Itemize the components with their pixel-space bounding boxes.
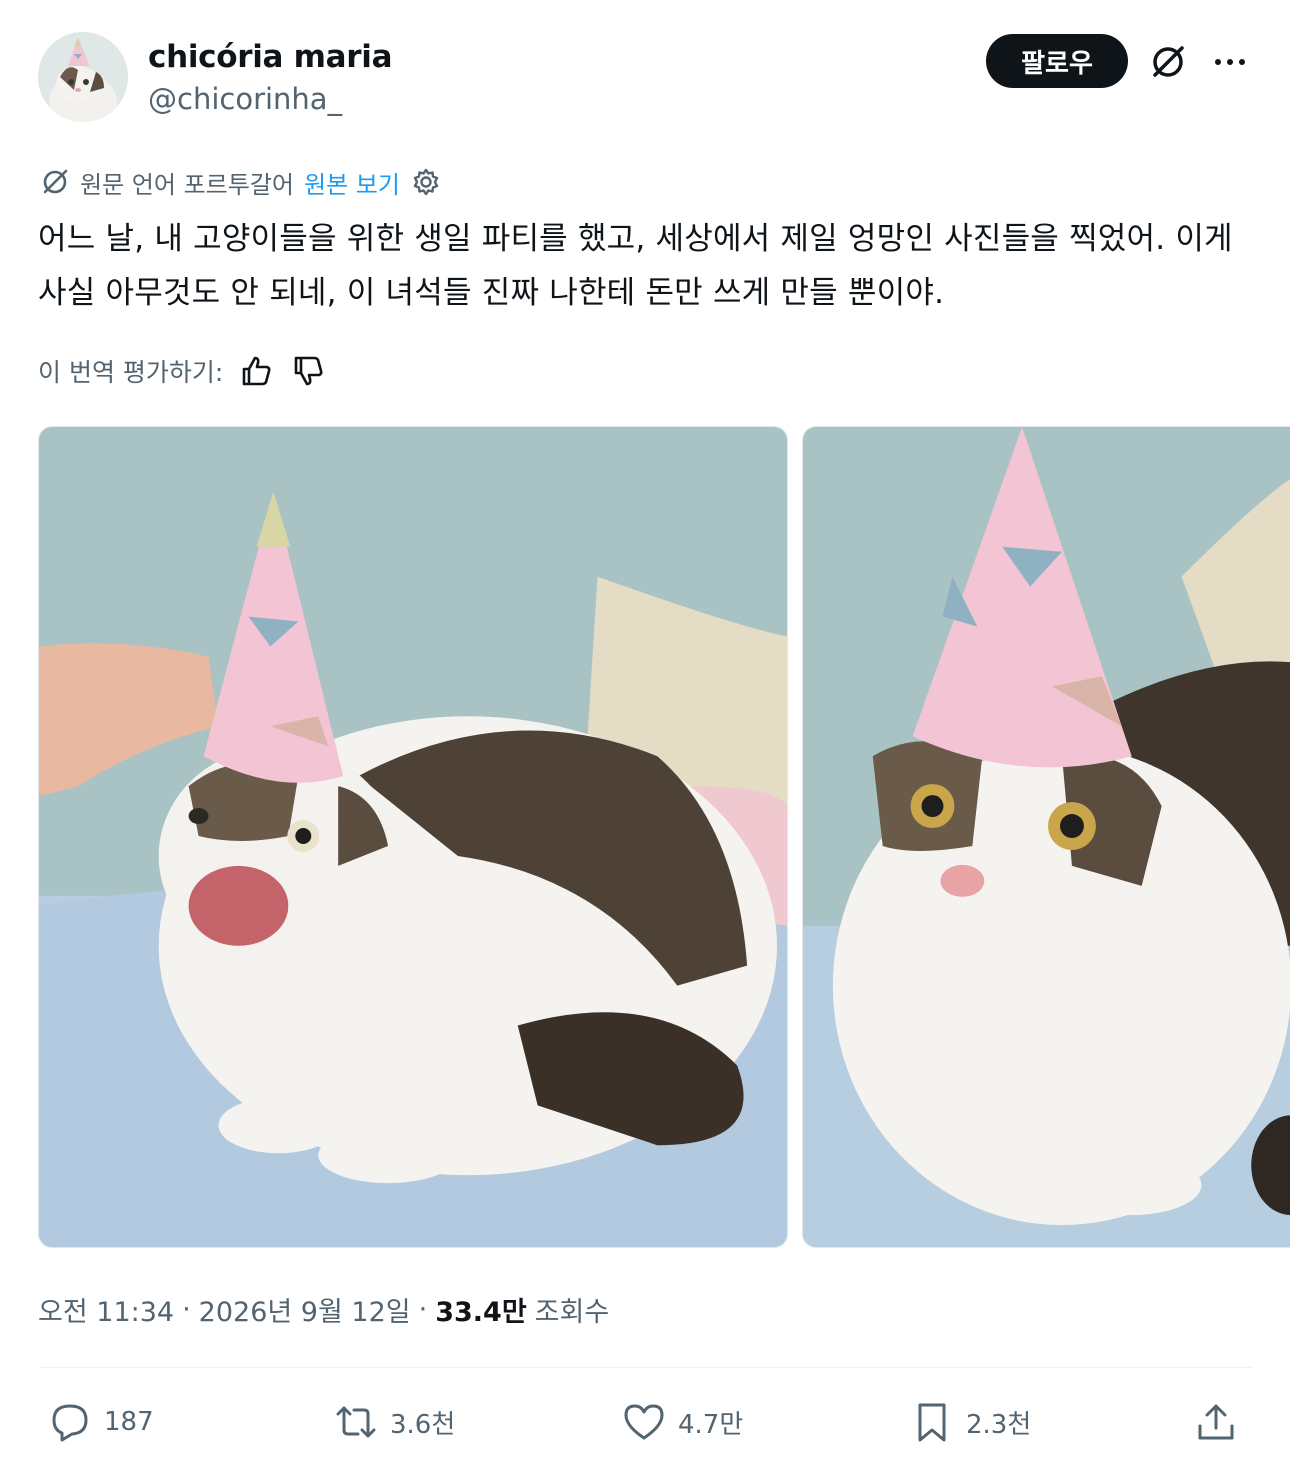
- user-handle[interactable]: @chicorinha_: [148, 78, 392, 120]
- tweet-text: 어느 날, 내 고양이들을 위한 생일 파티를 했고, 세상에서 제일 엉망인 …: [38, 221, 1233, 311]
- follow-button[interactable]: 팔로우: [986, 34, 1128, 88]
- like-button[interactable]: 4.7만: [622, 1392, 743, 1452]
- settings-gear-icon[interactable]: [410, 166, 442, 198]
- thumbs-up-icon[interactable]: [239, 353, 275, 389]
- grok-icon[interactable]: [1146, 40, 1190, 84]
- tweet-date[interactable]: 2026년 9월 12일: [199, 1290, 411, 1329]
- bookmark-button[interactable]: 2.3천: [910, 1392, 1031, 1452]
- view-original-link[interactable]: 원본 보기: [304, 165, 400, 200]
- repost-count: 3.6천: [390, 1409, 456, 1440]
- repost-button[interactable]: 3.6천: [334, 1392, 455, 1452]
- translation-notice: 원문 언어 포르투갈어 원본 보기: [40, 162, 442, 202]
- translation-source-language: 원문 언어 포르투갈어: [80, 170, 294, 199]
- action-bar: 187 3.6천 4.7만 2.3천: [48, 1392, 1252, 1452]
- tweet-header: chicória maria @chicorinha_ 팔로우: [38, 32, 1252, 122]
- share-button[interactable]: [1194, 1392, 1238, 1452]
- repost-icon: [336, 1406, 376, 1438]
- author-names: chicória maria @chicorinha_: [148, 36, 393, 120]
- cat-photo-hissing[interactable]: [38, 426, 788, 1248]
- avatar[interactable]: [38, 32, 128, 122]
- bookmark-count: 2.3천: [966, 1409, 1032, 1440]
- heart-icon: [624, 1404, 664, 1440]
- views-count: 33.4만: [435, 1296, 527, 1328]
- meta-separator: ·: [182, 1293, 191, 1325]
- meta-separator: ·: [418, 1293, 428, 1325]
- reply-button[interactable]: 187: [48, 1392, 154, 1452]
- media-gallery: [38, 426, 1290, 1248]
- reply-count: 187: [104, 1407, 154, 1437]
- grok-translate-icon: [43, 169, 68, 194]
- rate-translation-label: 이 번역 평가하기:: [38, 358, 224, 387]
- like-count: 4.7만: [678, 1409, 744, 1440]
- cat-photo-staring[interactable]: [802, 426, 1290, 1248]
- reply-icon: [52, 1404, 88, 1442]
- display-name[interactable]: chicória maria: [148, 36, 393, 78]
- tweet-time[interactable]: 오전 11:34: [38, 1290, 174, 1329]
- views-label: 조회수: [534, 1296, 610, 1328]
- bookmark-icon: [918, 1403, 946, 1442]
- divider: [38, 1367, 1252, 1368]
- rate-translation: 이 번역 평가하기:: [38, 350, 327, 392]
- thumbs-down-icon[interactable]: [291, 353, 327, 389]
- more-options-icon[interactable]: [1208, 42, 1252, 82]
- tweet-meta: 오전 11:34 · 2026년 9월 12일 · 33.4만 조회수: [38, 1286, 609, 1332]
- share-icon: [1198, 1404, 1234, 1440]
